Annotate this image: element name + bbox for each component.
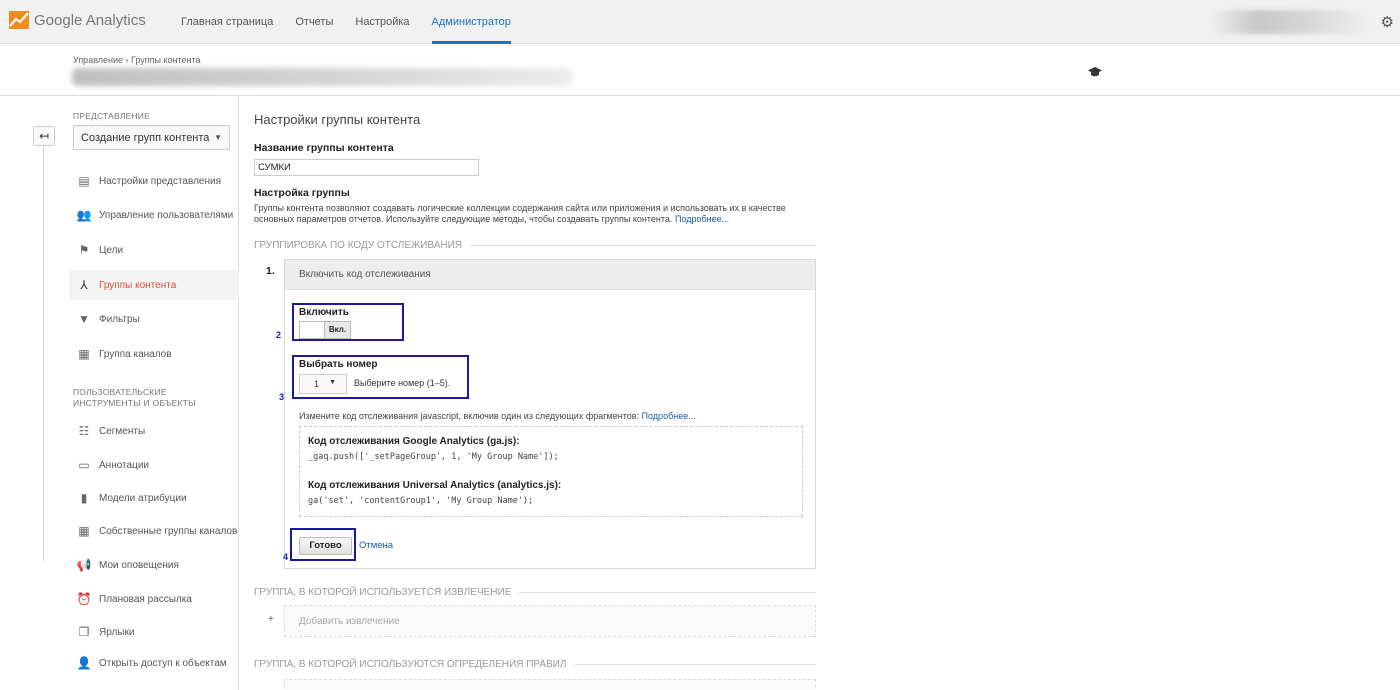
- tracking-instructions: Измените код отслеживания javascript, вк…: [299, 411, 696, 421]
- users-icon: 👥: [76, 208, 92, 222]
- segments-icon: ☷: [78, 424, 90, 438]
- chevron-down-icon: ▼: [214, 133, 222, 142]
- highlight-box-number: [292, 355, 469, 399]
- page-header: Управление › Группы контента: [0, 45, 1400, 96]
- view-select-value: Создание групп контента: [81, 132, 210, 144]
- section-extraction: ГРУППА, В КОТОРОЙ ИСПОЛЬЗУЕТСЯ ИЗВЛЕЧЕНИ…: [254, 587, 816, 598]
- breadcrumb[interactable]: Управление › Группы контента: [73, 55, 201, 65]
- filter-icon: ▼: [78, 312, 90, 326]
- nav-reports[interactable]: Отчеты: [295, 0, 333, 44]
- annotation-icon: ▭: [78, 458, 90, 472]
- annotation-3: 3: [279, 392, 285, 402]
- sidebar-item-label: Открыть доступ к объектам: [99, 657, 227, 669]
- cancel-link[interactable]: Отмена: [359, 540, 393, 551]
- learn-more-link[interactable]: Подробнее...: [675, 214, 729, 224]
- sidebar-item-share-assets[interactable]: 👤 Открыть доступ к объектам: [69, 648, 239, 678]
- ua-code-title: Код отслеживания Universal Analytics (an…: [308, 480, 562, 491]
- sidebar-item-channel-grouping[interactable]: ▦ Группа каналов: [69, 339, 239, 369]
- group-setup-label: Настройка группы: [254, 187, 350, 199]
- ga-code-title: Код отслеживания Google Analytics (ga.js…: [308, 436, 520, 447]
- sidebar-item-label: Настройки представления: [99, 175, 221, 187]
- sidebar-item-segments[interactable]: ☷ Сегменты: [69, 416, 239, 446]
- page-heading: Настройки группы контента: [254, 112, 421, 127]
- account-switcher[interactable]: [1210, 10, 1370, 34]
- section-tracking-code: ГРУППИРОВКА ПО КОДУ ОТСЛЕЖИВАНИЯ: [254, 240, 816, 251]
- sidebar-item-label: Аннотации: [99, 459, 149, 471]
- highlight-box-done: [290, 528, 356, 561]
- nav-admin[interactable]: Администратор: [431, 0, 511, 44]
- megaphone-icon: 📢: [76, 558, 92, 572]
- clock-icon: ⏰: [76, 592, 92, 606]
- sidebar-item-scheduled-emails[interactable]: ⏰ Плановая рассылка: [69, 584, 239, 614]
- sidebar-item-label: Собственные группы каналов: [99, 525, 238, 537]
- sidebar-item-custom-channel-groups[interactable]: ▦ Собственные группы каналов: [69, 516, 239, 546]
- content-group-icon: ⅄: [80, 278, 88, 292]
- add-extraction-button[interactable]: Добавить извлечение: [284, 605, 816, 637]
- step-number: 1.: [266, 265, 275, 277]
- flag-icon: ⚑: [78, 243, 90, 257]
- sidebar-item-goals[interactable]: ⚑ Цели: [69, 235, 239, 265]
- section-rule-definitions: ГРУППА, В КОТОРОЙ ИСПОЛЬЗУЮТСЯ ОПРЕДЕЛЕН…: [254, 659, 816, 670]
- sidebar-item-label: Группы контента: [99, 279, 177, 291]
- top-nav: Главная страница Отчеты Настройка Админи…: [181, 0, 533, 44]
- top-bar: Google Analytics Главная страница Отчеты…: [0, 0, 1400, 44]
- sidebar-item-label: Плановая рассылка: [99, 593, 192, 605]
- annotation-2: 2: [276, 330, 282, 340]
- sidebar-item-annotations[interactable]: ▭ Аннотации: [69, 450, 239, 480]
- ga-code-snippet[interactable]: _gaq.push(['_setPageGroup', 1, 'My Group…: [308, 452, 794, 462]
- code-snippets-box: Код отслеживания Google Analytics (ga.js…: [299, 426, 803, 517]
- sidebar-item-alerts[interactable]: 📢 Мои оповещения: [69, 550, 239, 580]
- nav-home[interactable]: Главная страница: [181, 0, 273, 44]
- share-user-icon: 👤: [76, 656, 92, 670]
- sidebar-item-view-settings[interactable]: ▤ Настройки представления: [69, 166, 239, 196]
- plus-icon: +: [268, 614, 274, 625]
- nav-customization[interactable]: Настройка: [355, 0, 409, 44]
- section-title: ГРУППИРОВКА ПО КОДУ ОТСЛЕЖИВАНИЯ: [254, 240, 463, 251]
- shortcut-icon: ❐: [78, 625, 90, 639]
- analytics-logo-icon: [9, 11, 29, 29]
- highlight-box-enable: [292, 303, 404, 341]
- tracking-instructions-text: Измените код отслеживания javascript, вк…: [299, 411, 640, 421]
- sidebar-item-content-groups[interactable]: ⅄ Группы контента: [69, 270, 239, 300]
- view-select[interactable]: Создание групп контента ▼: [73, 125, 230, 150]
- annotation-4: 4: [283, 552, 289, 562]
- sidebar-item-shortcuts[interactable]: ❐ Ярлыки: [69, 617, 239, 647]
- graduation-cap-icon[interactable]: [1088, 66, 1102, 81]
- sidebar-item-label: Модели атрибуции: [99, 492, 187, 504]
- section-title: ГРУППА, В КОТОРОЙ ИСПОЛЬЗУЕТСЯ ИЗВЛЕЧЕНИ…: [254, 587, 512, 598]
- back-arrow-icon[interactable]: ↤: [33, 126, 55, 146]
- page-title: [72, 68, 572, 86]
- tracking-learn-more-link[interactable]: Подробнее...: [642, 411, 696, 421]
- app-name: Google Analytics: [34, 11, 146, 29]
- sidebar-item-label: Ярлыки: [99, 626, 135, 638]
- sidebar-item-user-management[interactable]: 👥 Управление пользователями: [69, 200, 239, 230]
- name-label: Название группы контента: [254, 142, 394, 154]
- sidebar-item-label: Мои оповещения: [99, 559, 179, 571]
- sidebar-item-label: Управление пользователями: [99, 209, 234, 221]
- ua-code-snippet[interactable]: ga('set', 'contentGroup1', 'My Group Nam…: [308, 496, 794, 506]
- rule-definitions-box[interactable]: [284, 679, 816, 690]
- sidebar: ↤ ПРЕДСТАВЛЕНИЕ Создание групп контента …: [0, 96, 239, 690]
- gear-icon[interactable]: ⚙: [1381, 13, 1394, 31]
- sidebar-item-filters[interactable]: ▼ Фильтры: [69, 304, 239, 334]
- view-section-label: ПРЕДСТАВЛЕНИЕ: [73, 111, 150, 121]
- document-icon: ▤: [78, 174, 90, 188]
- sidebar-item-attribution-models[interactable]: ▮ Модели атрибуции: [69, 483, 239, 513]
- main-content: Настройки группы контента Название групп…: [254, 96, 1400, 690]
- sidebar-item-label: Цели: [99, 244, 124, 256]
- panel-header: Включить код отслеживания: [285, 260, 815, 290]
- logo[interactable]: Google Analytics: [9, 11, 146, 29]
- sidebar-rail: [43, 146, 44, 561]
- sidebar-item-label: Фильтры: [99, 313, 140, 325]
- tools-section-label: ПОЛЬЗОВАТЕЛЬСКИЕ ИНСТРУМЕНТЫ И ОБЪЕКТЫ: [73, 387, 196, 408]
- channel-icon: ▦: [78, 347, 90, 361]
- sidebar-item-label: Сегменты: [99, 425, 146, 437]
- section-title: ГРУППА, В КОТОРОЙ ИСПОЛЬЗУЮТСЯ ОПРЕДЕЛЕН…: [254, 659, 567, 670]
- custom-channel-icon: ▦: [78, 524, 90, 538]
- sidebar-item-label: Группа каналов: [99, 348, 172, 360]
- group-description: Группы контента позволяют создавать логи…: [254, 203, 799, 225]
- bar-chart-icon: ▮: [80, 491, 88, 505]
- content-group-name-input[interactable]: [254, 159, 479, 176]
